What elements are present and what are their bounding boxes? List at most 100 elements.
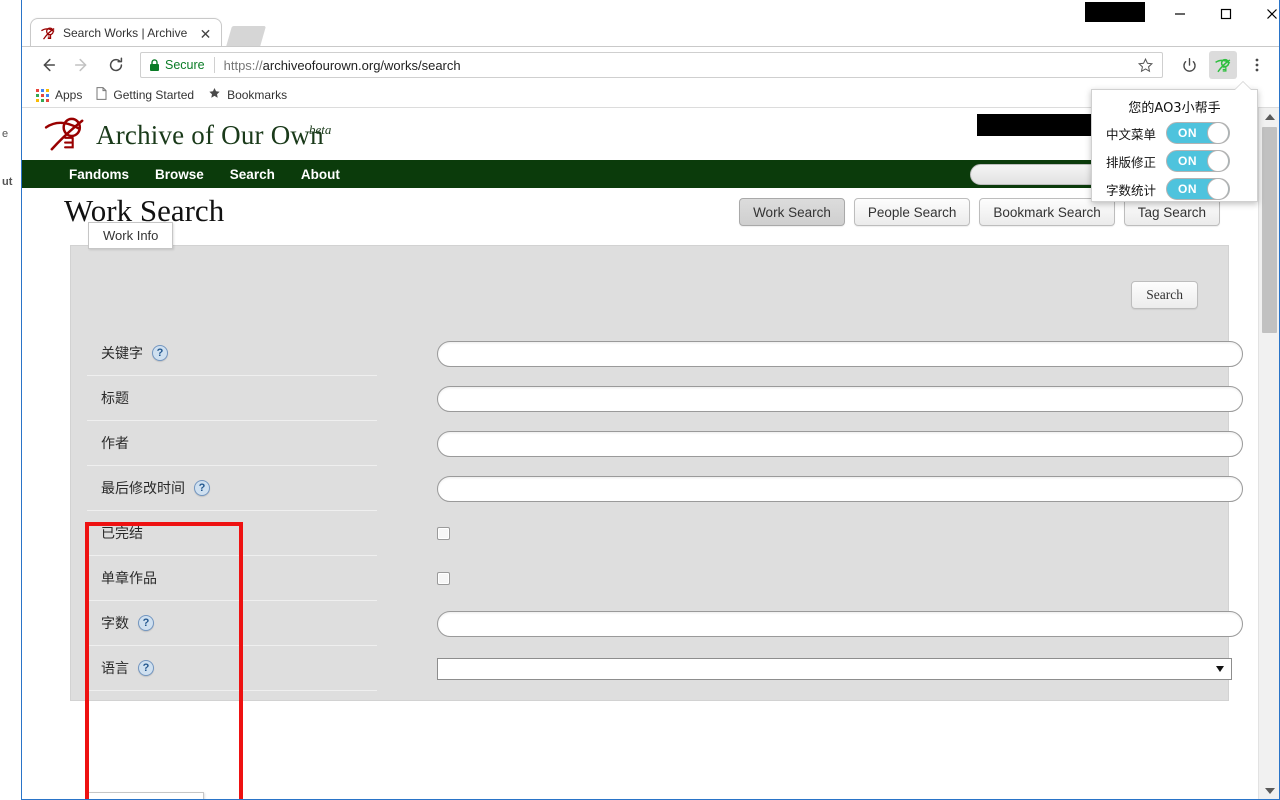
checkbox-single-chapter[interactable] (437, 572, 450, 585)
bookmark-getting-started-label: Getting Started (113, 88, 195, 102)
input-title[interactable] (437, 385, 1243, 412)
background-window-strip: e ut (0, 0, 22, 800)
power-icon[interactable] (1175, 51, 1203, 79)
input-author[interactable] (437, 430, 1243, 457)
window-maximize-button[interactable] (1203, 0, 1249, 27)
ao3-extension-button[interactable] (1209, 51, 1237, 79)
field-label-title: 标题 (87, 376, 377, 421)
field-label-date-updated: 最后修改时间 ? (87, 466, 377, 511)
omnibox-divider (213, 57, 215, 73)
browser-toolbar: Secure https://archiveofourown.org/works… (22, 47, 1279, 83)
tab-close-icon[interactable]: ✕ (198, 26, 213, 41)
work-info-fieldset: Search 关键字 ? 标题 作者 最后修改时间 ? 已完结 单章作品 字数 … (70, 245, 1243, 799)
help-icon-keyword[interactable]: ? (152, 345, 168, 361)
forward-button[interactable] (68, 51, 96, 79)
help-icon-word-count[interactable]: ? (138, 615, 154, 631)
field-label-single-chapter: 单章作品 (87, 556, 377, 601)
redacted-title-block (1085, 2, 1145, 22)
ao3-favicon-icon (40, 25, 57, 42)
bg-text-e: e (2, 128, 9, 140)
star-icon (208, 87, 221, 103)
field-label-language: 语言 ? (87, 646, 377, 691)
search-submit-button[interactable]: Search (1131, 281, 1198, 309)
select-language[interactable] (437, 657, 1232, 680)
field-control-date-updated (377, 475, 1243, 502)
tab-title: Search Works | Archive o (63, 26, 191, 40)
address-bar[interactable]: Secure https://archiveofourown.org/works… (140, 52, 1163, 78)
site-name[interactable]: Archive of Our Own (96, 120, 324, 151)
work-info-rows: 关键字 ? 标题 作者 最后修改时间 ? 已完结 单章作品 字数 ? 语言 ? (87, 331, 1243, 691)
toggle-chinese-menu[interactable]: ON (1166, 122, 1230, 144)
bookmark-star-icon[interactable] (1137, 57, 1154, 74)
screen: e ut Search Works | Archive o ✕ Secure h… (0, 0, 1280, 800)
bookmark-apps[interactable]: Apps (36, 88, 82, 102)
document-icon (96, 87, 107, 103)
checkbox-complete[interactable] (437, 527, 450, 540)
nav-item-search[interactable]: Search (230, 167, 275, 182)
field-label-keyword-text: 关键字 (101, 346, 143, 362)
scroll-up-button[interactable] (1259, 108, 1279, 125)
tab-work-search[interactable]: Work Search (739, 198, 845, 226)
bookmark-bookmarks[interactable]: Bookmarks (208, 87, 287, 103)
url-scheme: https:// (223, 57, 263, 73)
field-row-complete: 已完结 (87, 511, 1217, 556)
new-tab-button[interactable] (225, 26, 267, 47)
field-row-language: 语言 ? (87, 646, 1232, 691)
browser-tab[interactable]: Search Works | Archive o ✕ (30, 18, 222, 47)
site-nav: Fandoms Browse Search About (22, 160, 1258, 188)
toggle-layout-fix[interactable]: ON (1166, 150, 1230, 172)
toggle-word-count-state: ON (1178, 182, 1197, 196)
tab-strip: Search Works | Archive o ✕ (22, 0, 1279, 47)
popup-label-layout-fix: 排版修正 (1106, 154, 1157, 170)
scrollbar-thumb[interactable] (1262, 127, 1277, 333)
field-control-author (377, 430, 1243, 457)
input-keyword[interactable] (437, 340, 1243, 367)
toggle-layout-fix-state: ON (1178, 154, 1197, 168)
search-type-tabs: Work Search People Search Bookmark Searc… (730, 198, 1220, 226)
toggle-layout-fix-knob (1207, 150, 1229, 172)
back-button[interactable] (34, 51, 62, 79)
reload-button[interactable] (102, 51, 130, 79)
help-icon-date-updated[interactable]: ? (194, 480, 210, 496)
chrome-menu-button[interactable] (1243, 51, 1271, 79)
popup-label-word-count: 字数统计 (1106, 182, 1157, 198)
tab-bookmark-search[interactable]: Bookmark Search (979, 198, 1115, 226)
nav-item-fandoms[interactable]: Fandoms (69, 167, 129, 182)
popup-label-chinese-menu: 中文菜单 (1106, 126, 1157, 142)
nav-item-about[interactable]: About (301, 167, 340, 182)
field-control-language (377, 657, 1232, 680)
bg-text-ut: ut (2, 176, 13, 188)
field-control-single-chapter (377, 572, 1217, 585)
field-label-date-updated-text: 最后修改时间 (101, 481, 185, 497)
field-label-single-chapter-text: 单章作品 (101, 571, 157, 587)
window-close-button[interactable] (1249, 0, 1279, 27)
toggle-word-count-knob (1207, 178, 1229, 200)
field-row-author: 作者 (87, 421, 1243, 466)
page-scrollbar[interactable] (1258, 108, 1279, 799)
field-control-title (377, 385, 1243, 412)
toggle-word-count[interactable]: ON (1166, 178, 1230, 200)
tab-people-search[interactable]: People Search (853, 198, 971, 226)
field-label-complete-text: 已完结 (101, 526, 143, 542)
help-icon-language[interactable]: ? (138, 660, 154, 676)
triangle-down-icon (1264, 787, 1275, 794)
bookmark-apps-label: Apps (55, 88, 83, 102)
work-info-section: Work Info Search 关键字 ? 标题 作者 最后修改时间 ? 已完… (70, 222, 1243, 799)
input-word-count[interactable] (437, 610, 1243, 637)
field-row-single-chapter: 单章作品 (87, 556, 1217, 601)
url-text: https://archiveofourown.org/works/search (224, 58, 461, 73)
popup-row-word-count: 字数统计 ON (1092, 178, 1257, 200)
extension-popup: 您的AO3小帮手 中文菜单 ON 排版修正 ON 字数统计 ON (1091, 89, 1258, 202)
work-tags-legend: Work Tags ? (88, 792, 204, 799)
window-minimize-button[interactable] (1157, 0, 1203, 27)
field-control-complete (377, 527, 1217, 540)
bookmark-bookmarks-label: Bookmarks (227, 88, 288, 102)
bookmark-getting-started[interactable]: Getting Started (96, 87, 194, 103)
tab-tag-search[interactable]: Tag Search (1123, 198, 1220, 226)
popup-row-layout-fix: 排版修正 ON (1092, 150, 1257, 172)
scroll-down-button[interactable] (1259, 782, 1279, 799)
nav-item-browse[interactable]: Browse (155, 167, 204, 182)
input-date-updated[interactable] (437, 475, 1243, 502)
main-content: Work Search Work Search People Search Bo… (22, 188, 1258, 799)
ao3-logo-icon[interactable] (44, 116, 90, 154)
